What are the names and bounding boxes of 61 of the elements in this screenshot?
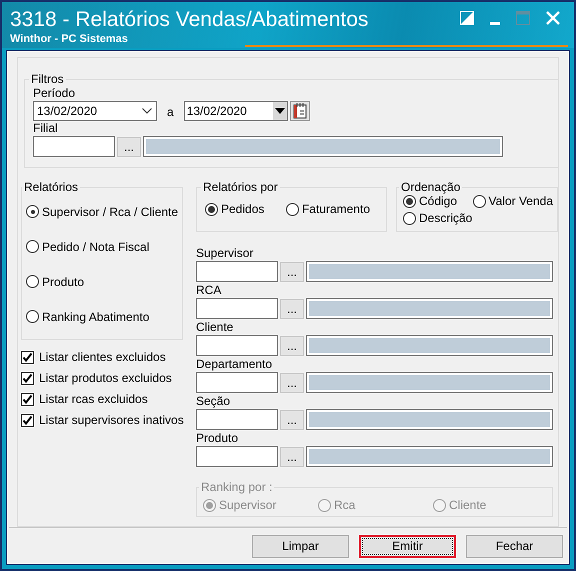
check-icon xyxy=(22,394,33,404)
radio-option[interactable]: Descrição xyxy=(403,211,472,225)
radio-option: Supervisor xyxy=(203,498,318,512)
checkbox-option[interactable]: Listar supervisores inativos xyxy=(21,413,183,427)
lookup-button[interactable]: ... xyxy=(117,136,141,156)
field-label: RCA xyxy=(196,283,222,298)
field-label: Período xyxy=(33,86,76,101)
action-button[interactable]: Limpar xyxy=(252,534,349,558)
field-label: Cliente xyxy=(196,320,234,335)
restore-icon[interactable] xyxy=(460,11,474,25)
radio-option[interactable]: Faturamento xyxy=(286,202,370,216)
action-button[interactable]: Fechar xyxy=(466,534,563,558)
code-field[interactable] xyxy=(196,261,278,282)
lookup-button[interactable]: ... xyxy=(280,446,304,466)
date-field[interactable]: 13/02/2020 xyxy=(33,101,157,121)
field-label: Produto xyxy=(196,431,240,446)
code-field[interactable] xyxy=(33,136,115,157)
code-field[interactable] xyxy=(196,335,278,356)
radio-option[interactable]: Pedidos xyxy=(205,202,264,216)
radio-option[interactable]: Código xyxy=(403,194,472,208)
action-button[interactable]: Emitir xyxy=(359,534,456,558)
caret-icon xyxy=(274,108,285,114)
radio-option[interactable]: Ranking Abatimento xyxy=(26,310,178,324)
group-title: Ordenação xyxy=(400,180,462,194)
radio-option[interactable]: Produto xyxy=(26,274,178,288)
field-label: Supervisor xyxy=(196,246,254,261)
field-label: Departamento xyxy=(196,357,274,372)
radio-option[interactable]: Pedido / Nota Fiscal xyxy=(26,240,178,254)
chevron-icon xyxy=(142,108,152,114)
group-title: Relatórios xyxy=(23,180,80,194)
range-separator: a xyxy=(167,105,174,119)
lookup-button[interactable]: ... xyxy=(280,410,304,430)
group-title: Relatórios por xyxy=(202,180,279,194)
lookup-button[interactable]: ... xyxy=(280,262,304,282)
lookup-button[interactable]: ... xyxy=(280,372,304,392)
code-field[interactable] xyxy=(196,446,278,467)
lookup-button[interactable]: ... xyxy=(280,298,304,318)
close-icon[interactable] xyxy=(546,11,560,25)
calendar-icon xyxy=(292,103,307,119)
window-title: 3318 - Relatórios Vendas/Abatimentos xyxy=(10,8,368,32)
code-field[interactable] xyxy=(196,372,278,393)
field-label: Seção xyxy=(196,394,232,409)
radio-option[interactable]: Valor Venda xyxy=(472,194,553,208)
lookup-button[interactable]: ... xyxy=(280,336,304,356)
check-icon xyxy=(22,414,33,426)
radio-option: Cliente xyxy=(433,498,546,512)
checkbox-option[interactable]: Listar clientes excluidos xyxy=(21,350,183,364)
checkbox-option[interactable]: Listar rcas excluidos xyxy=(21,392,183,406)
group-title: Filtros xyxy=(30,72,65,86)
date-field[interactable]: 13/02/2020 xyxy=(184,101,288,121)
checkbox-option[interactable]: Listar produtos excluidos xyxy=(21,371,183,385)
code-field[interactable] xyxy=(196,409,278,430)
field-label: Filial xyxy=(33,121,59,136)
code-field[interactable] xyxy=(196,298,278,319)
radio-option: Rca xyxy=(318,498,433,512)
radio-option[interactable]: Supervisor / Rca / Cliente xyxy=(26,204,178,218)
calendar-button[interactable] xyxy=(290,101,310,121)
check-icon xyxy=(22,372,33,384)
group-title: Ranking por : xyxy=(200,480,274,494)
window-subtitle: Winthor - PC Sistemas xyxy=(10,32,129,46)
check-icon xyxy=(22,352,33,362)
